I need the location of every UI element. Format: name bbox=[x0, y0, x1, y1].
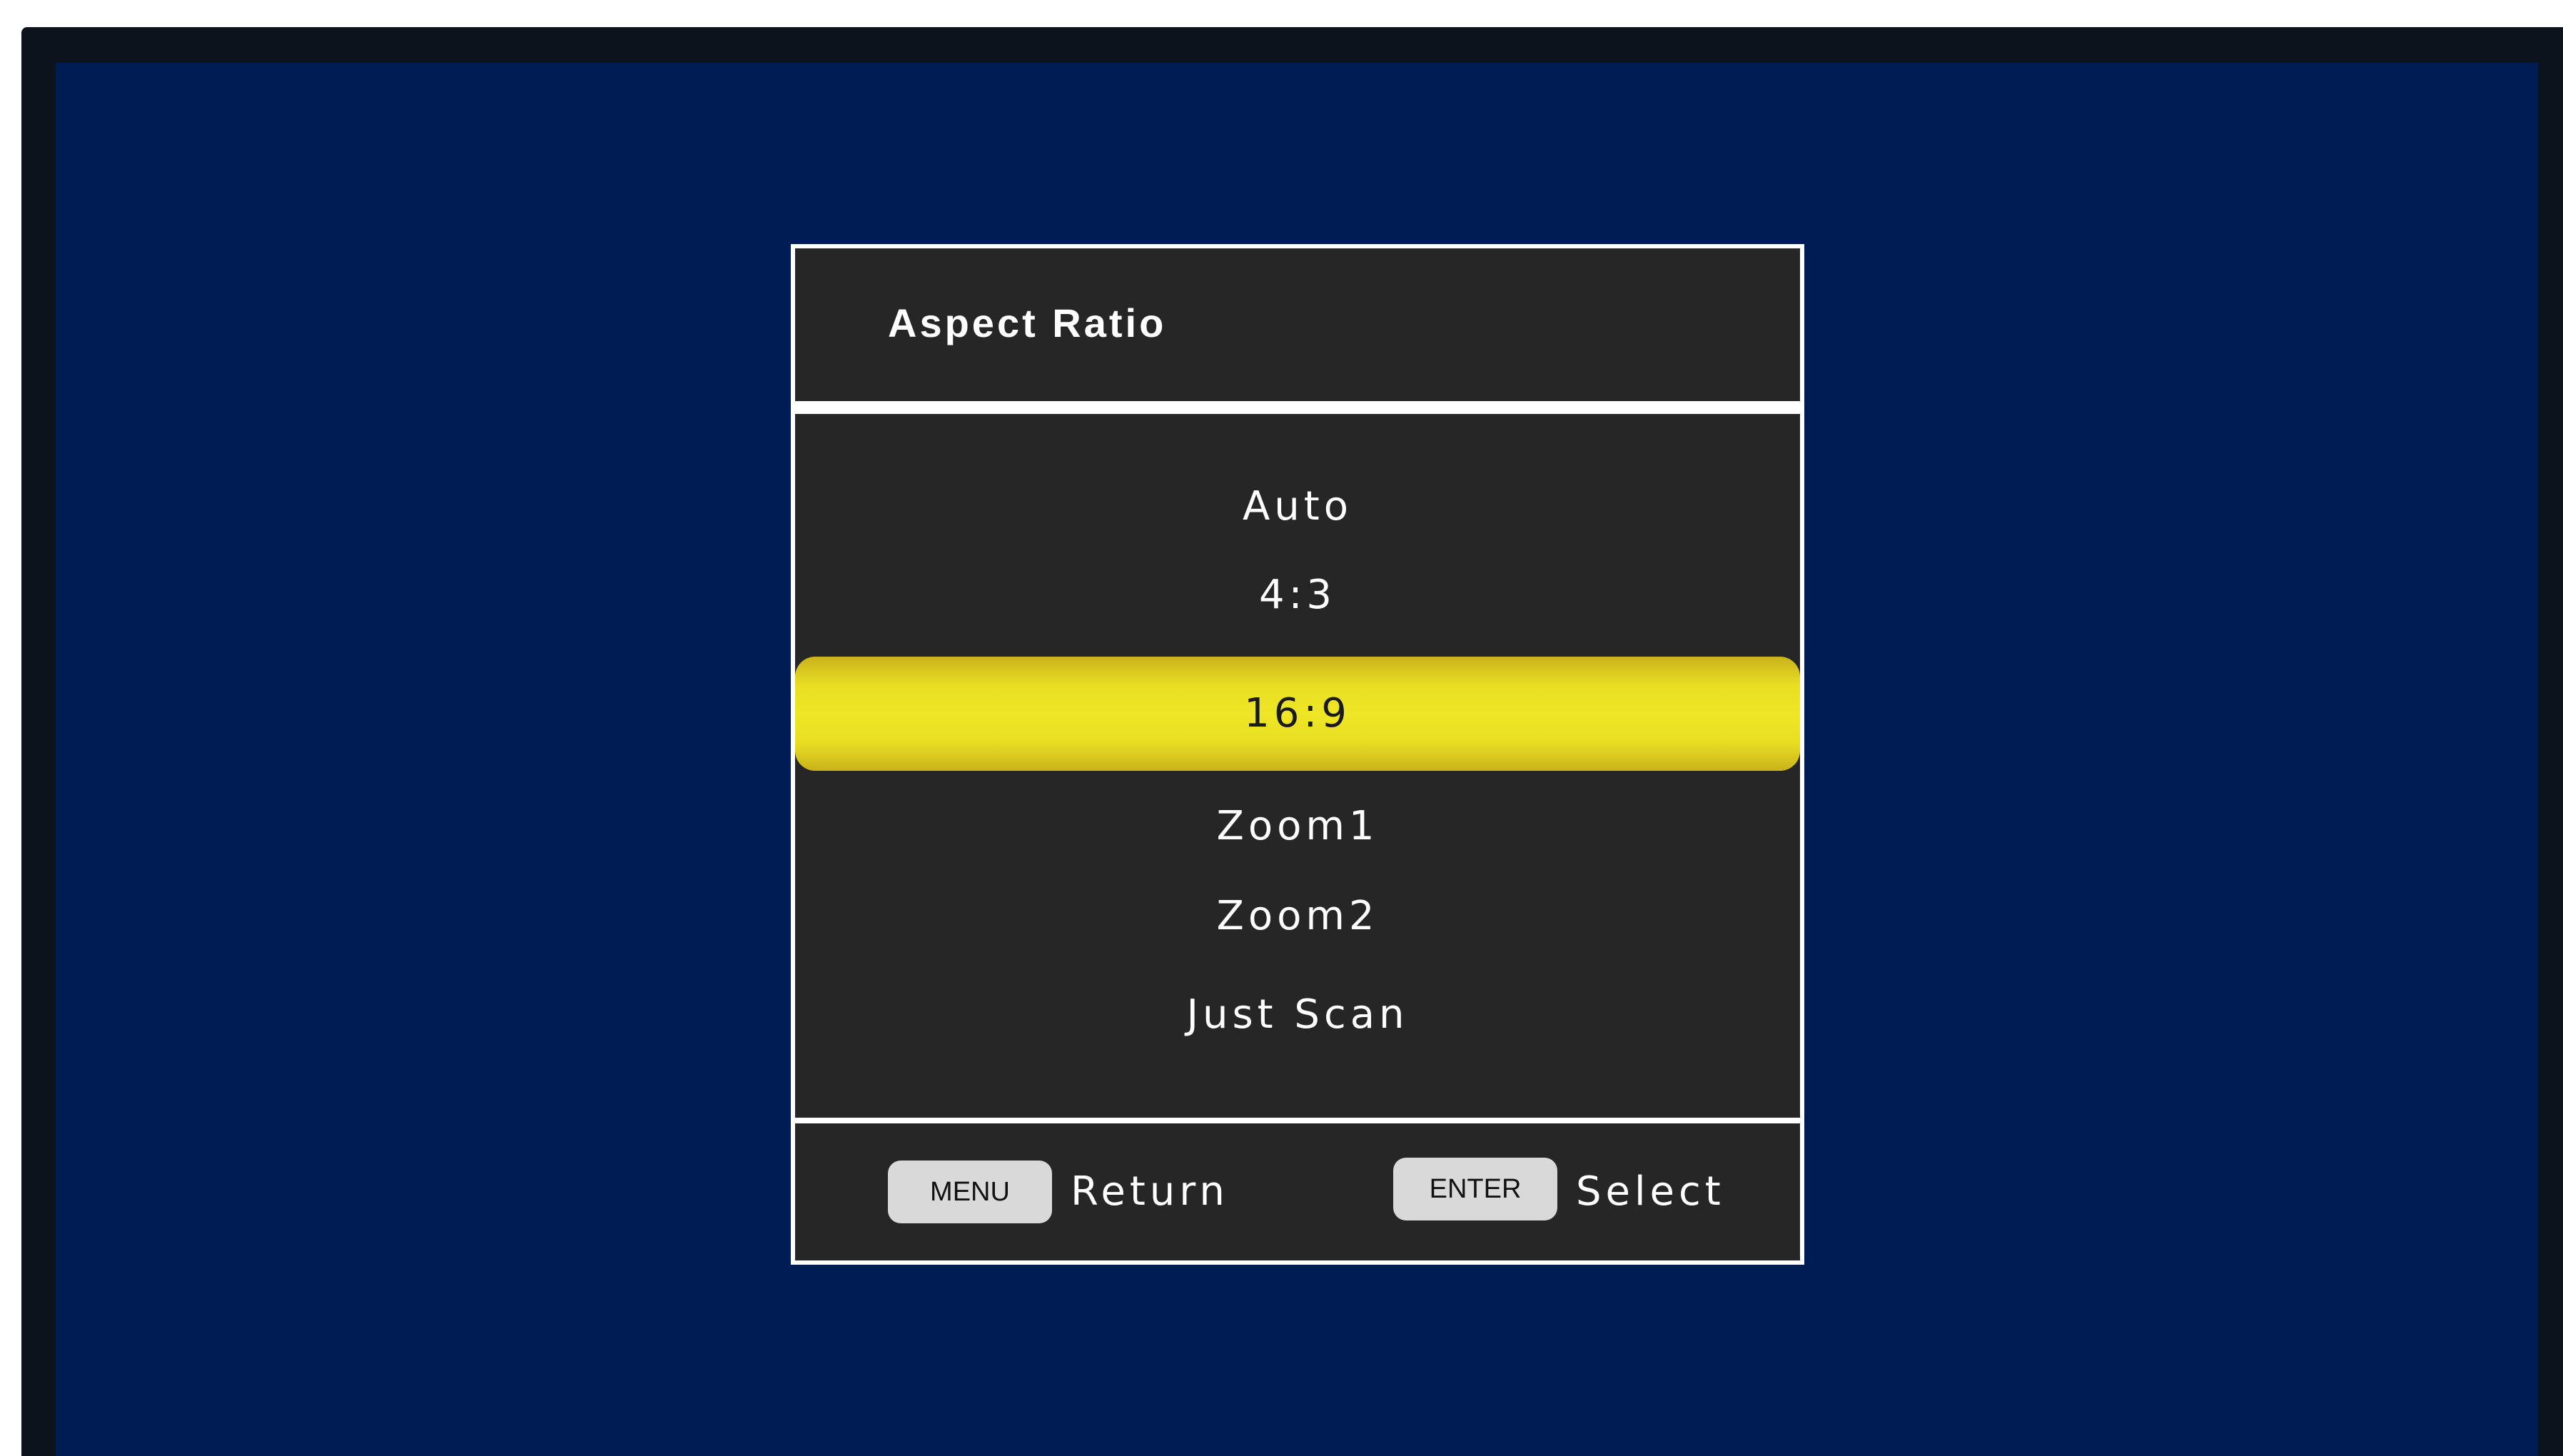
option-16-9-selected[interactable]: 16:9 bbox=[795, 657, 1800, 771]
option-auto[interactable]: Auto bbox=[795, 478, 1800, 535]
enter-key-button[interactable]: ENTER bbox=[1393, 1158, 1557, 1220]
return-label: Return bbox=[1071, 1168, 1229, 1215]
option-4-3[interactable]: 4:3 bbox=[795, 567, 1800, 624]
option-just-scan[interactable]: Just Scan bbox=[795, 986, 1800, 1043]
menu-key-button[interactable]: MENU bbox=[888, 1161, 1052, 1223]
aspect-ratio-menu: Aspect Ratio Auto 4:3 16:9 Zoom1 Zoom2 J… bbox=[791, 244, 1804, 1265]
select-label: Select bbox=[1576, 1168, 1725, 1215]
option-zoom2[interactable]: Zoom2 bbox=[795, 888, 1800, 945]
menu-header: Aspect Ratio bbox=[795, 248, 1800, 401]
option-list: Auto 4:3 16:9 Zoom1 Zoom2 Just Scan bbox=[795, 414, 1800, 1128]
footer-divider bbox=[795, 1118, 1800, 1123]
menu-title: Aspect Ratio bbox=[888, 300, 1167, 345]
menu-footer: MENU Return ENTER Select bbox=[795, 1123, 1800, 1260]
option-zoom1[interactable]: Zoom1 bbox=[795, 798, 1800, 855]
header-divider bbox=[795, 401, 1800, 414]
